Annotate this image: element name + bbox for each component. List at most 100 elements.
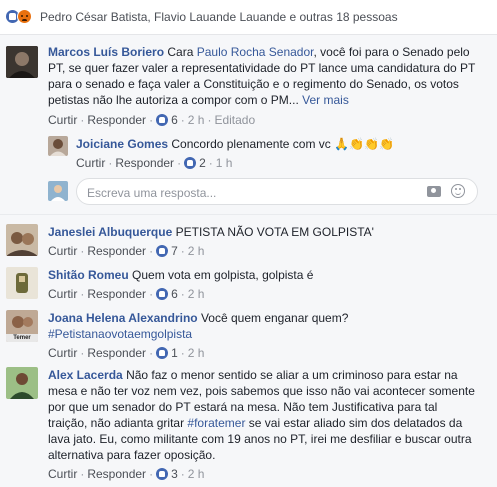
like-count-icon [184,157,197,169]
like-button[interactable]: Curtir [48,113,77,127]
separator: · [80,467,85,481]
comment-actions: Curtir · Responder · 3 · 2 h [48,467,204,481]
reply-button[interactable]: Responder [87,113,146,127]
reply-button[interactable]: Responder [87,287,146,301]
avatar-caption: Temer [13,335,31,341]
comment-body: Shitão Romeu Quem vota em golpista, golp… [48,267,488,283]
reply-button[interactable]: Responder [87,244,146,258]
timestamp[interactable]: 2 h [188,346,205,360]
avatar[interactable] [6,224,38,256]
comment-author[interactable]: Joiciane Gomes [76,137,168,151]
reply-input-box[interactable] [76,178,478,205]
hashtag-link[interactable]: #Petistanaovotaemgolpista [48,327,192,341]
timestamp[interactable]: 2 h [188,244,205,258]
comment-text: Você quem enganar quem? [200,311,349,325]
comment-text: Concordo plenamente com vc 🙏👏👏👏 [171,137,394,151]
reactions-icons [5,9,35,25]
avatar[interactable] [6,267,38,299]
like-count[interactable]: 6 [171,287,178,301]
separator: · [80,244,85,258]
timestamp[interactable]: 2 h [188,287,205,301]
separator: · [208,156,213,170]
separator: · [149,346,154,360]
reactions-summary[interactable]: Pedro César Batista, Flavio Lauande Laua… [40,10,398,24]
avatar-photo [48,136,68,156]
comment-text: Quem vota em golpista, golpista é [132,268,314,282]
avatar[interactable]: Temer [6,310,38,342]
reply-input[interactable] [85,183,409,202]
comment-text: PETISTA NÃO VOTA EM GOLPISTA' [175,225,374,239]
separator: · [108,156,113,170]
like-count-icon [156,114,169,126]
edited-label[interactable]: Editado [214,113,255,127]
avatar-photo [6,46,38,78]
reply-body: Joiciane Gomes Concordo plenamente com v… [76,136,486,152]
separator: · [177,156,182,170]
avatar-photo [6,224,38,256]
like-count[interactable]: 1 [171,346,178,360]
like-button[interactable]: Curtir [48,346,77,360]
comment-body: Marcos Luís Boriero Cara Paulo Rocha Sen… [48,44,488,108]
divider [0,214,497,215]
comment-actions: Curtir · Responder · 1 · 2 h [48,346,204,360]
reply-button[interactable]: Responder [87,467,146,481]
comment-author[interactable]: Alex Lacerda [48,368,123,382]
like-button[interactable]: Curtir [48,244,77,258]
like-count-icon [156,347,169,359]
comment-text: Cara [167,45,197,59]
comment-actions: Curtir · Responder · 7 · 2 h [48,244,204,258]
comment-actions: Curtir · Responder · 6 · 2 h [48,287,204,301]
camera-icon[interactable] [427,186,441,197]
separator: · [207,113,212,127]
like-count[interactable]: 3 [171,467,178,481]
separator: · [180,346,185,360]
avatar[interactable] [48,136,68,156]
like-count[interactable]: 2 [199,156,206,170]
separator: · [180,467,185,481]
comment-actions: Curtir · Responder · 2 · 1 h [76,156,232,170]
angry-icon [17,9,32,24]
like-button[interactable]: Curtir [76,156,105,170]
separator: · [180,244,185,258]
see-more-link[interactable]: Ver mais [299,93,349,107]
avatar[interactable] [6,46,38,78]
separator: · [149,113,154,127]
comment-body: Janeslei Albuquerque PETISTA NÃO VOTA EM… [48,224,488,240]
separator: · [80,113,85,127]
timestamp[interactable]: 2 h [188,467,205,481]
comment-author[interactable]: Marcos Luís Boriero [48,45,164,59]
reply-button[interactable]: Responder [87,346,146,360]
comment-author[interactable]: Shitão Romeu [48,268,129,282]
like-button[interactable]: Curtir [48,467,77,481]
reply-button[interactable]: Responder [115,156,174,170]
separator: · [149,287,154,301]
comment-author[interactable]: Joana Helena Alexandrino [48,311,198,325]
comment-actions: Curtir · Responder · 6 · 2 h · Editado [48,113,255,127]
like-count-icon [156,245,169,257]
reactions-bar[interactable]: Pedro César Batista, Flavio Lauande Laua… [0,0,497,35]
avatar[interactable] [6,367,38,399]
comment-body: Alex Lacerda Não faz o menor sentido se … [48,367,476,463]
separator: · [180,113,185,127]
hashtag-link[interactable]: #foratemer [187,416,245,430]
avatar [48,181,68,201]
separator: · [80,346,85,360]
like-button[interactable]: Curtir [48,287,77,301]
avatar-photo [6,367,38,399]
avatar-photo [48,181,68,201]
timestamp[interactable]: 2 h [188,113,205,127]
comment-body: Joana Helena Alexandrino Você quem engan… [48,310,488,342]
separator: · [180,287,185,301]
like-count[interactable]: 6 [171,113,178,127]
comment-author[interactable]: Janeslei Albuquerque [48,225,172,239]
emoji-icon[interactable] [451,184,465,198]
separator: · [80,287,85,301]
like-count-icon [156,288,169,300]
separator: · [149,467,154,481]
separator: · [149,244,154,258]
like-count-icon [156,468,169,480]
mention-link[interactable]: Paulo Rocha Senador [197,45,314,59]
timestamp[interactable]: 1 h [216,156,233,170]
like-count[interactable]: 7 [171,244,178,258]
avatar-photo [6,267,38,299]
